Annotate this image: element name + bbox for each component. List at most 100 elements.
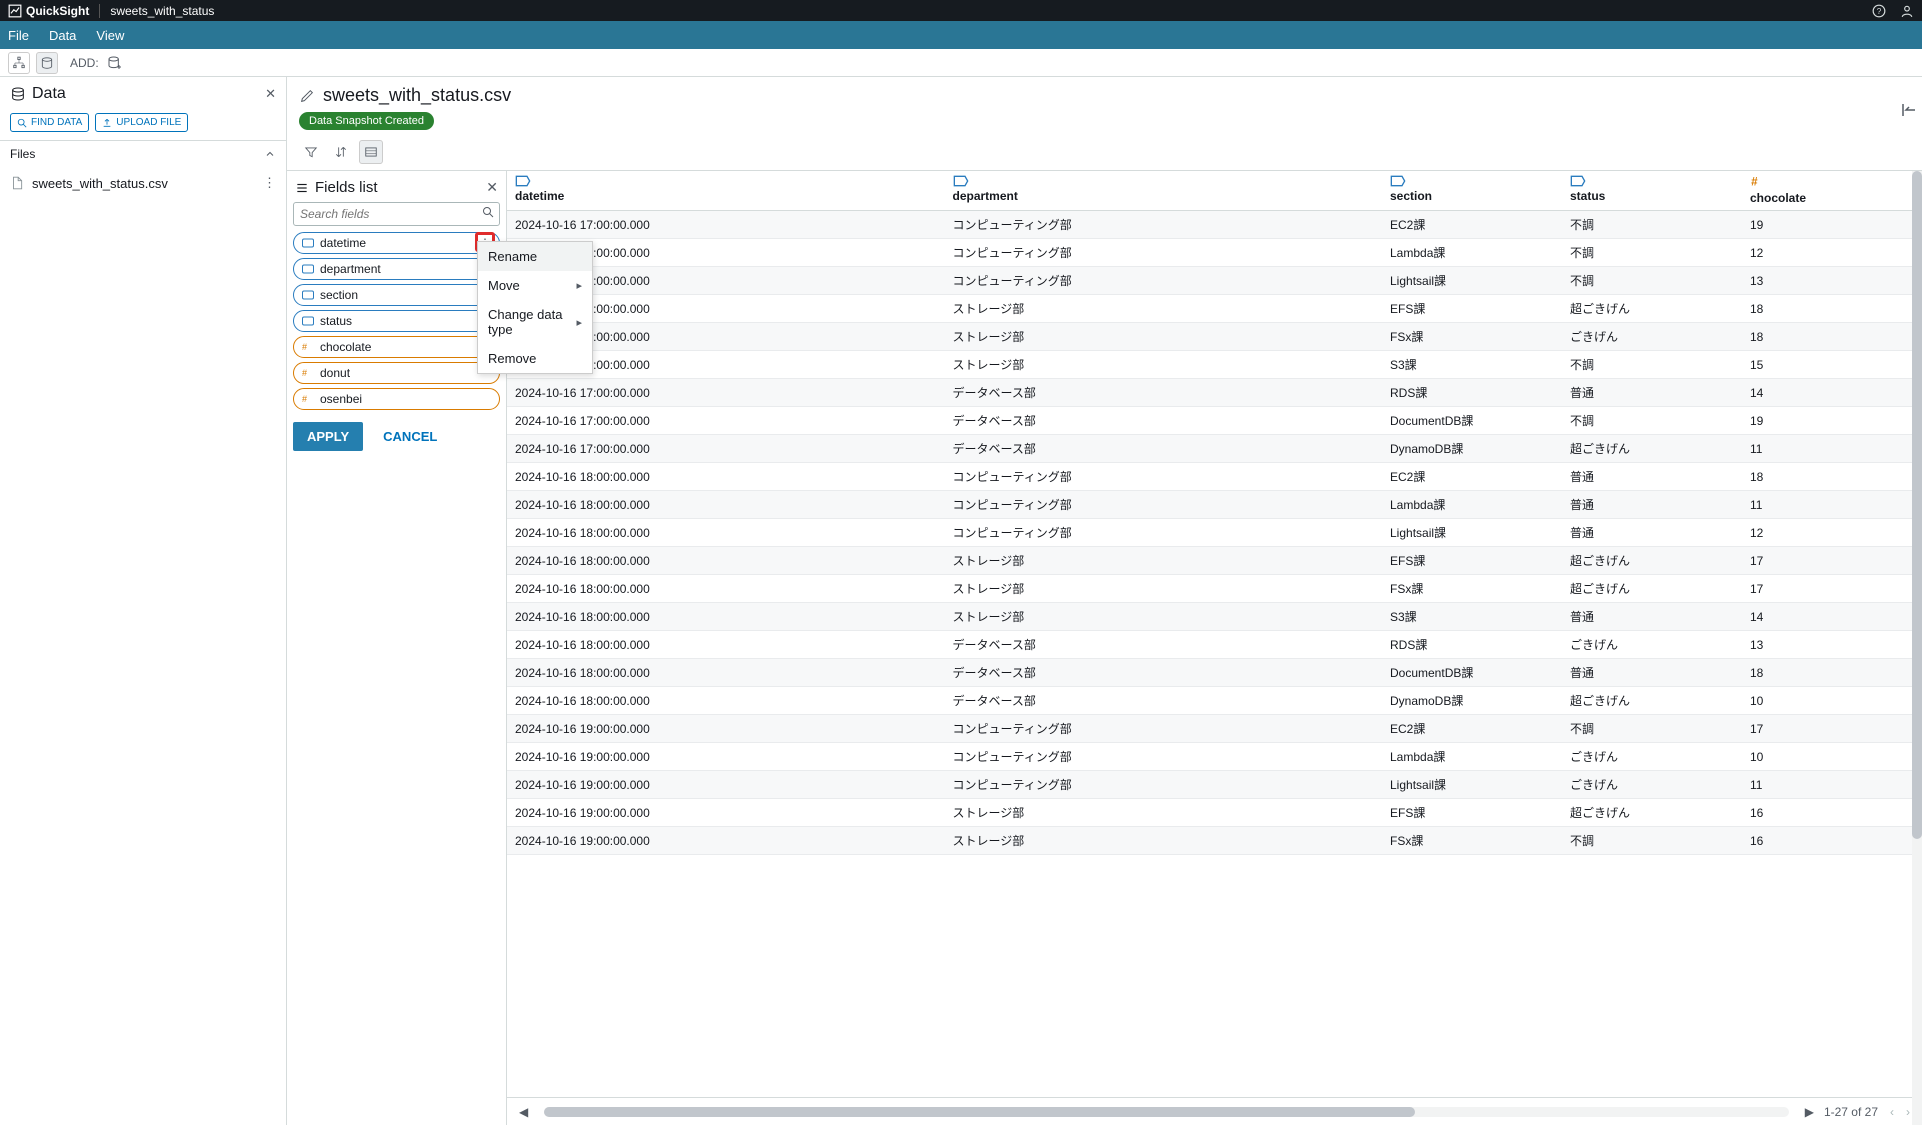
field-chip-chocolate[interactable]: #chocolate <box>293 336 500 358</box>
ctx-remove[interactable]: Remove <box>478 344 592 373</box>
user-icon[interactable] <box>1900 4 1914 18</box>
prev-page-button[interactable]: ‹ <box>1890 1105 1894 1119</box>
table-row[interactable]: 2024-10-16 17:00:00.000ストレージ部EFS課超ごきげん18 <box>507 295 1922 323</box>
help-icon[interactable]: ? <box>1872 4 1886 18</box>
list-icon <box>295 181 309 195</box>
app-logo: QuickSight <box>8 4 89 18</box>
cell-chocolate: 16 <box>1742 827 1922 855</box>
table-row[interactable]: 2024-10-16 18:00:00.000ストレージ部EFS課超ごきげん17 <box>507 547 1922 575</box>
scroll-left-button[interactable]: ◀ <box>519 1105 528 1119</box>
table-button[interactable] <box>359 140 383 164</box>
table-row[interactable]: 2024-10-16 17:00:00.000コンピューティング部Lambda課… <box>507 239 1922 267</box>
table-row[interactable]: 2024-10-16 18:00:00.000データベース部RDS課ごきげん13 <box>507 631 1922 659</box>
table-row[interactable]: 2024-10-16 18:00:00.000データベース部DocumentDB… <box>507 659 1922 687</box>
fields-panel: Fields list ✕ datetime⋮departmentsection… <box>287 171 507 1125</box>
ctx-change-type[interactable]: Change data type▸ <box>478 300 592 344</box>
field-chip-osenbei[interactable]: #osenbei <box>293 388 500 410</box>
table-row[interactable]: 2024-10-16 17:00:00.000コンピューティング部EC2課不調1… <box>507 211 1922 239</box>
vertical-scrollbar-thumb[interactable] <box>1912 171 1922 839</box>
cell-section: Lambda課 <box>1382 491 1562 519</box>
search-input[interactable] <box>293 202 500 226</box>
scroll-right-button[interactable]: ▶ <box>1805 1105 1814 1119</box>
table-row[interactable]: 2024-10-16 17:00:00.000ストレージ部FSx課ごきげん18 <box>507 323 1922 351</box>
close-fields-button[interactable]: ✕ <box>486 179 498 196</box>
sort-button[interactable] <box>329 140 353 164</box>
number-type-icon: # <box>302 341 314 353</box>
field-chip-section[interactable]: section <box>293 284 500 306</box>
table-row[interactable]: 2024-10-16 19:00:00.000ストレージ部FSx課不調16 <box>507 827 1922 855</box>
hierarchy-view-button[interactable] <box>8 52 30 74</box>
field-chip-donut[interactable]: #donut <box>293 362 500 384</box>
table-row[interactable]: 2024-10-16 19:00:00.000ストレージ部EFS課超ごきげん16 <box>507 799 1922 827</box>
ctx-move[interactable]: Move▸ <box>478 271 592 300</box>
table-row[interactable]: 2024-10-16 18:00:00.000ストレージ部FSx課超ごきげん17 <box>507 575 1922 603</box>
menu-view[interactable]: View <box>96 28 124 43</box>
field-chip-datetime[interactable]: datetime⋮ <box>293 232 500 254</box>
cell-datetime: 2024-10-16 17:00:00.000 <box>507 407 945 435</box>
table-row[interactable]: 2024-10-16 19:00:00.000コンピューティング部Lightsa… <box>507 771 1922 799</box>
collapse-handle-icon[interactable] <box>1900 101 1918 119</box>
field-chip-status[interactable]: status <box>293 310 500 332</box>
cell-datetime: 2024-10-16 18:00:00.000 <box>507 463 945 491</box>
table-row[interactable]: 2024-10-16 17:00:00.000データベース部RDS課普通14 <box>507 379 1922 407</box>
table-row[interactable]: 2024-10-16 19:00:00.000コンピューティング部EC2課不調1… <box>507 715 1922 743</box>
ctx-rename[interactable]: Rename <box>478 242 592 271</box>
database-view-button[interactable] <box>36 52 58 74</box>
menu-file[interactable]: File <box>8 28 29 43</box>
brand-label: QuickSight <box>26 4 89 18</box>
file-menu-button[interactable]: ⋮ <box>263 175 276 191</box>
table-row[interactable]: 2024-10-16 18:00:00.000コンピューティング部EC2課普通1… <box>507 463 1922 491</box>
chevron-right-icon: ▸ <box>576 279 582 292</box>
cell-department: データベース部 <box>945 407 1383 435</box>
cell-section: Lightsail課 <box>1382 771 1562 799</box>
cell-datetime: 2024-10-16 18:00:00.000 <box>507 631 945 659</box>
close-data-panel-button[interactable]: ✕ <box>265 86 276 102</box>
cancel-button[interactable]: CANCEL <box>377 428 443 445</box>
cell-chocolate: 19 <box>1742 407 1922 435</box>
menu-data[interactable]: Data <box>49 28 76 43</box>
cell-status: 不調 <box>1562 827 1742 855</box>
table-row[interactable]: 2024-10-16 18:00:00.000コンピューティング部Lambda課… <box>507 491 1922 519</box>
files-section-header[interactable]: Files <box>0 140 286 167</box>
cell-datetime: 2024-10-16 18:00:00.000 <box>507 575 945 603</box>
table-row[interactable]: 2024-10-16 17:00:00.000コンピューティング部Lightsa… <box>507 267 1922 295</box>
cell-department: コンピューティング部 <box>945 743 1383 771</box>
cell-datetime: 2024-10-16 19:00:00.000 <box>507 743 945 771</box>
cell-department: コンピューティング部 <box>945 771 1383 799</box>
apply-button[interactable]: APPLY <box>293 422 363 451</box>
cell-section: Lambda課 <box>1382 239 1562 267</box>
filter-button[interactable] <box>299 140 323 164</box>
table-row[interactable]: 2024-10-16 17:00:00.000データベース部DynamoDB課超… <box>507 435 1922 463</box>
table-row[interactable]: 2024-10-16 17:00:00.000ストレージ部S3課不調15 <box>507 351 1922 379</box>
table-row[interactable]: 2024-10-16 17:00:00.000データベース部DocumentDB… <box>507 407 1922 435</box>
col-header-department[interactable]: department <box>945 171 1383 211</box>
cell-datetime: 2024-10-16 18:00:00.000 <box>507 687 945 715</box>
string-type-icon <box>302 263 314 275</box>
add-dataset-button[interactable] <box>105 53 125 73</box>
cell-department: コンピューティング部 <box>945 715 1383 743</box>
table-row[interactable]: 2024-10-16 18:00:00.000データベース部DynamoDB課超… <box>507 687 1922 715</box>
table-row[interactable]: 2024-10-16 18:00:00.000コンピューティング部Lightsa… <box>507 519 1922 547</box>
find-data-button[interactable]: FIND DATA <box>10 113 89 132</box>
file-name-label: sweets_with_status.csv <box>32 176 168 191</box>
search-icon <box>17 118 27 128</box>
table-row[interactable]: 2024-10-16 19:00:00.000コンピューティング部Lambda課… <box>507 743 1922 771</box>
next-page-button[interactable]: › <box>1906 1105 1910 1119</box>
cell-chocolate: 12 <box>1742 519 1922 547</box>
col-header-chocolate[interactable]: #chocolate <box>1742 171 1922 211</box>
table-row[interactable]: 2024-10-16 18:00:00.000ストレージ部S3課普通14 <box>507 603 1922 631</box>
cell-section: FSx課 <box>1382 575 1562 603</box>
col-header-datetime[interactable]: datetime <box>507 171 945 211</box>
cell-datetime: 2024-10-16 17:00:00.000 <box>507 379 945 407</box>
horizontal-scrollbar-thumb[interactable] <box>544 1107 1415 1117</box>
cell-department: ストレージ部 <box>945 351 1383 379</box>
field-chip-department[interactable]: department <box>293 258 500 280</box>
file-row[interactable]: sweets_with_status.csv ⋮ <box>0 167 286 199</box>
vertical-scrollbar-track[interactable] <box>1912 171 1922 1125</box>
edit-icon[interactable] <box>299 88 315 104</box>
col-header-status[interactable]: status <box>1562 171 1742 211</box>
string-type-icon <box>302 289 314 301</box>
cell-chocolate: 16 <box>1742 799 1922 827</box>
upload-file-button[interactable]: UPLOAD FILE <box>95 113 188 132</box>
col-header-section[interactable]: section <box>1382 171 1562 211</box>
